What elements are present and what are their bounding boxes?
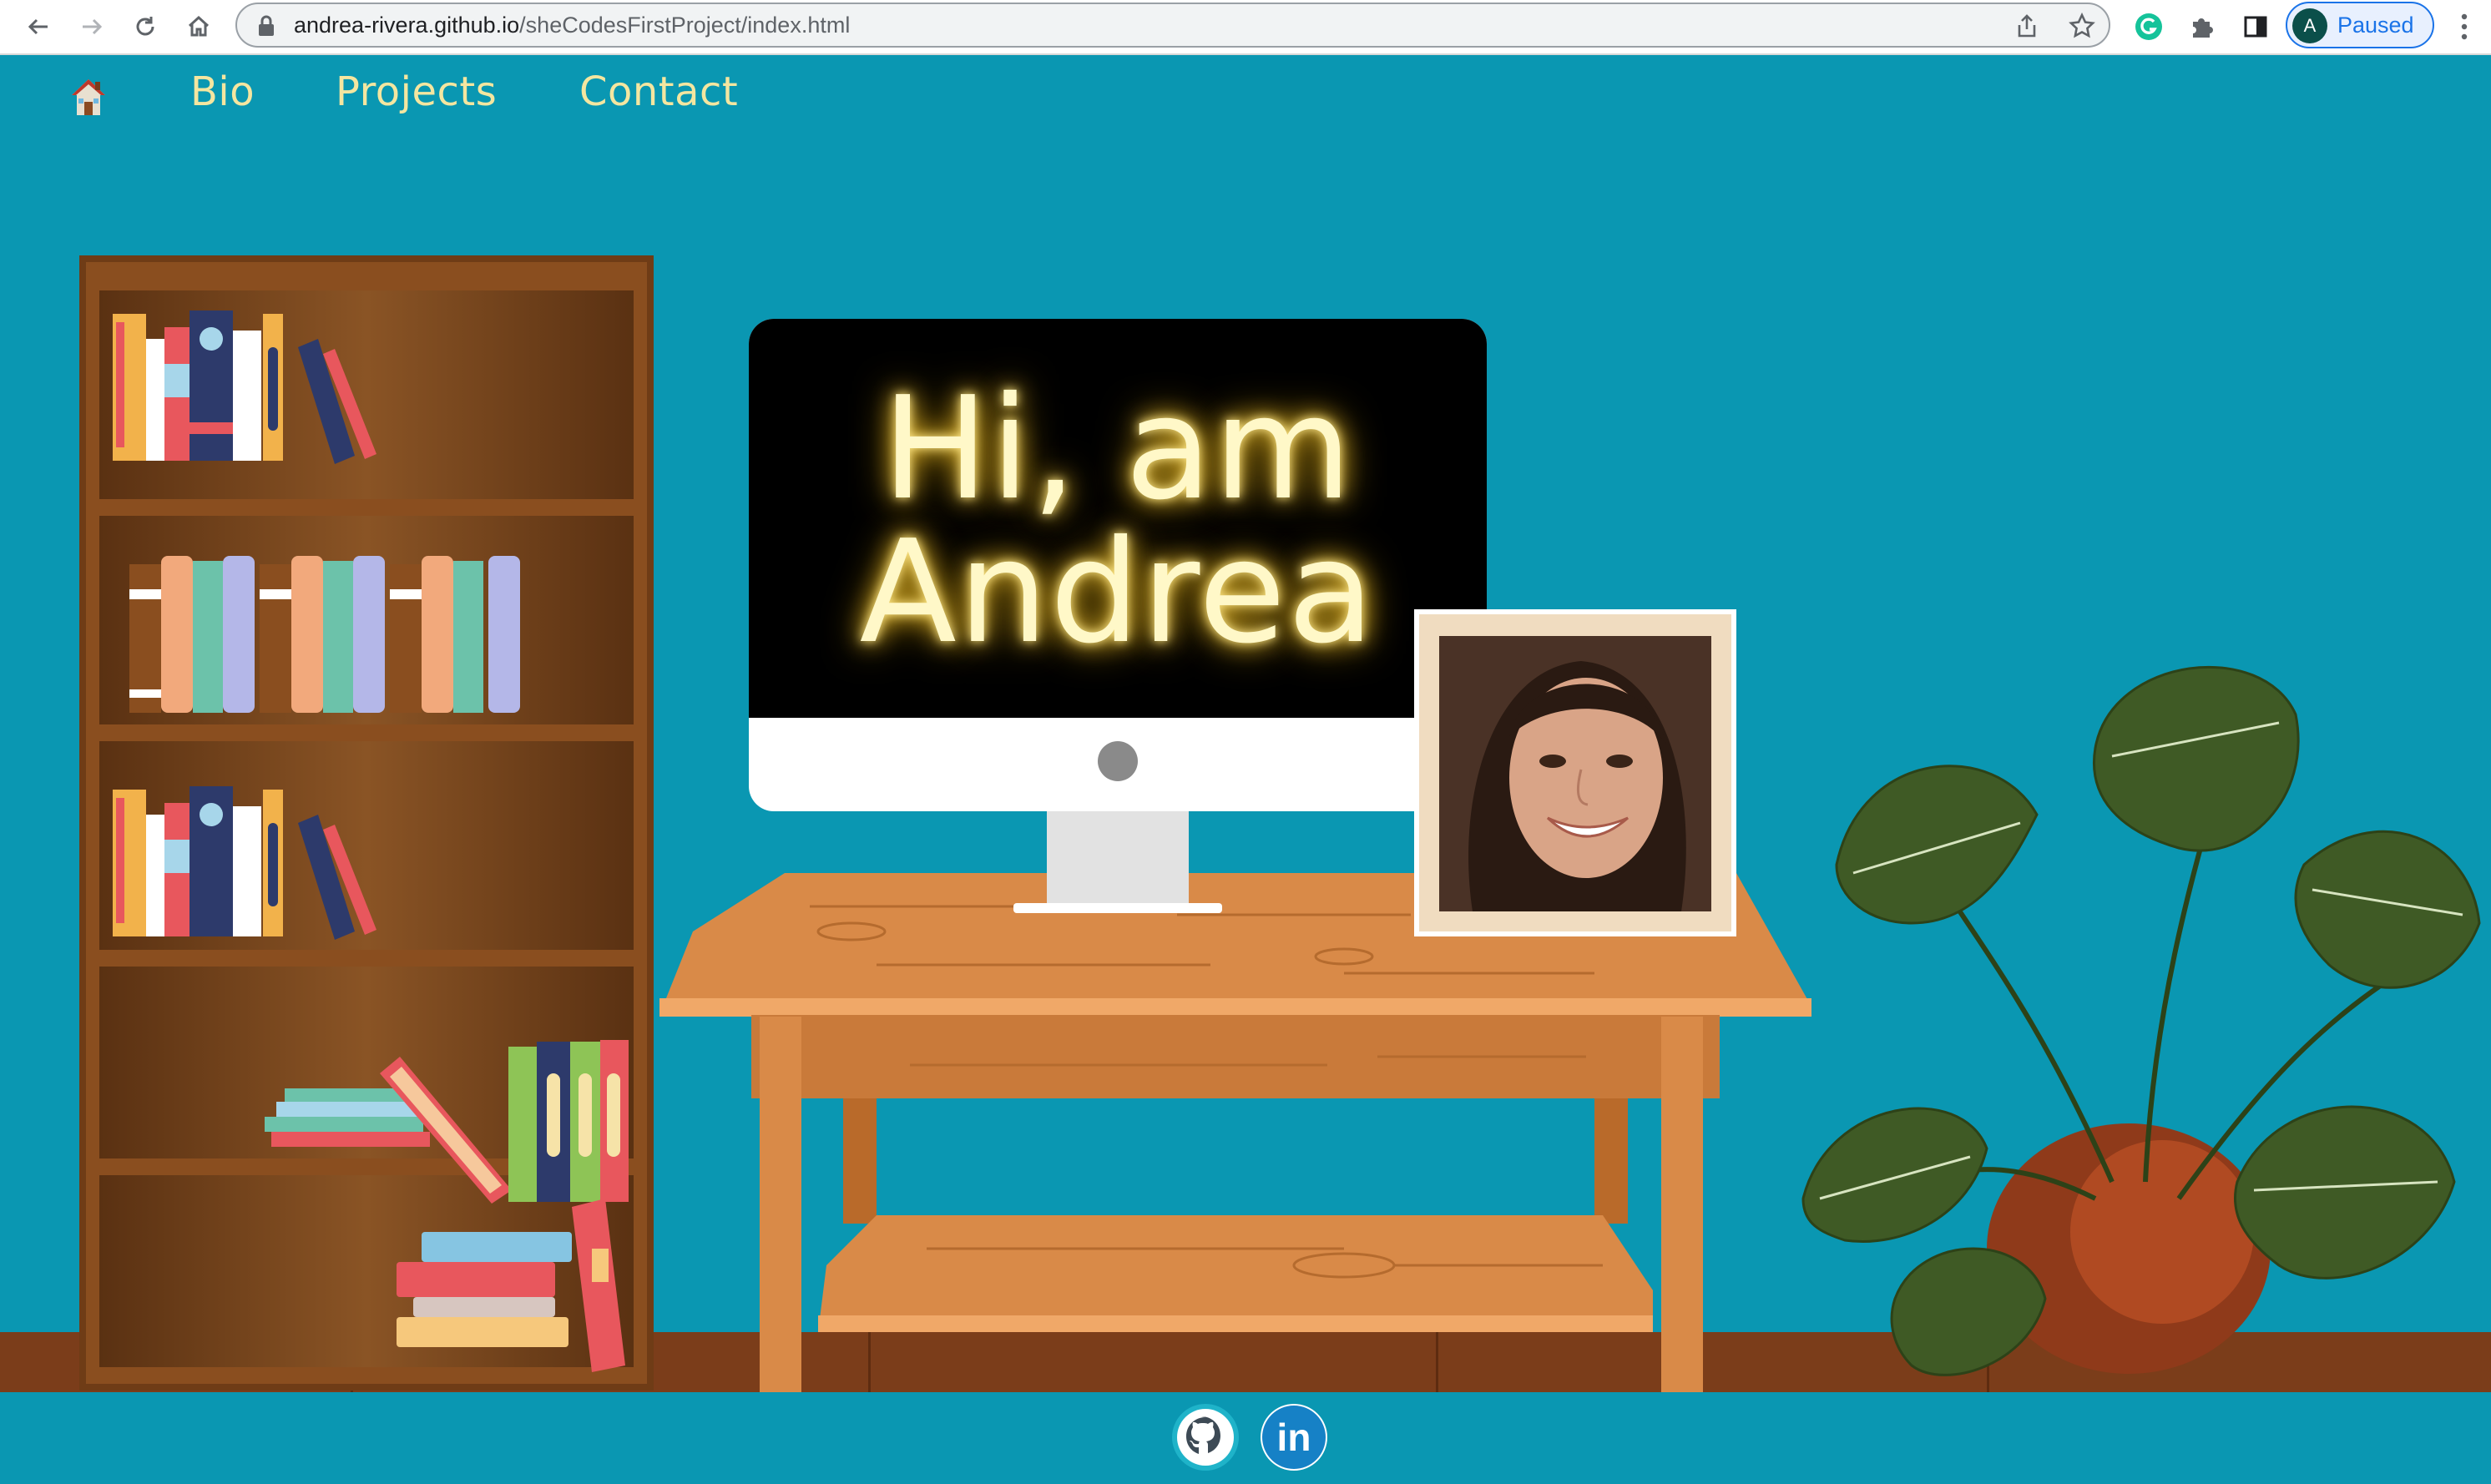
- browser-toolbar: andrea-rivera.github.io/sheCodesFirstPro…: [0, 0, 2491, 55]
- linkedin-icon[interactable]: in: [1261, 1404, 1327, 1471]
- page-viewport: Bio Projects Contact Hi, am Andrea in: [0, 55, 2491, 1484]
- nav-link-contact[interactable]: Contact: [579, 68, 738, 115]
- extensions-puzzle-icon[interactable]: [2184, 8, 2221, 45]
- hero-line-1: Hi, am: [882, 366, 1354, 532]
- lock-icon[interactable]: [257, 15, 275, 40]
- profile-button[interactable]: A Paused: [2286, 2, 2434, 48]
- monstera-plant-illustration: [1795, 648, 2491, 1399]
- url-path: /sheCodesFirstProject/index.html: [519, 13, 851, 38]
- profile-photo: [1439, 636, 1711, 911]
- bookmark-star-icon[interactable]: [2069, 12, 2095, 43]
- bookshelf-illustration: [79, 255, 654, 1391]
- side-panel-icon[interactable]: [2237, 8, 2274, 45]
- top-navigation: Bio Projects Contact: [0, 55, 2491, 147]
- computer-monitor-illustration: Hi, am Andrea: [749, 319, 1487, 962]
- back-arrow-icon[interactable]: [20, 8, 57, 45]
- forward-arrow-icon[interactable]: [73, 8, 110, 45]
- footer: in: [0, 1392, 2491, 1484]
- reload-icon[interactable]: [127, 8, 164, 45]
- url-text[interactable]: andrea-rivera.github.io/sheCodesFirstPro…: [294, 4, 850, 46]
- home-icon[interactable]: [180, 8, 217, 45]
- avatar: A: [2292, 8, 2327, 43]
- url-domain: andrea-rivera.github.io: [294, 13, 520, 38]
- grammarly-icon[interactable]: [2130, 8, 2167, 45]
- linkedin-label: in: [1276, 1416, 1311, 1459]
- kebab-menu-icon[interactable]: [2446, 8, 2483, 45]
- share-icon[interactable]: [2015, 13, 2039, 42]
- nav-link-projects[interactable]: Projects: [336, 68, 497, 115]
- hero-greeting: Hi, am Andrea: [749, 377, 1487, 664]
- github-icon[interactable]: [1172, 1404, 1239, 1471]
- nav-link-bio[interactable]: Bio: [190, 68, 255, 115]
- house-emoji-icon[interactable]: [70, 77, 107, 119]
- photo-frame: [1414, 609, 1736, 936]
- hero-line-2: Andrea: [859, 510, 1377, 675]
- address-bar[interactable]: andrea-rivera.github.io/sheCodesFirstPro…: [235, 3, 2110, 48]
- profile-status: Paused: [2337, 13, 2414, 38]
